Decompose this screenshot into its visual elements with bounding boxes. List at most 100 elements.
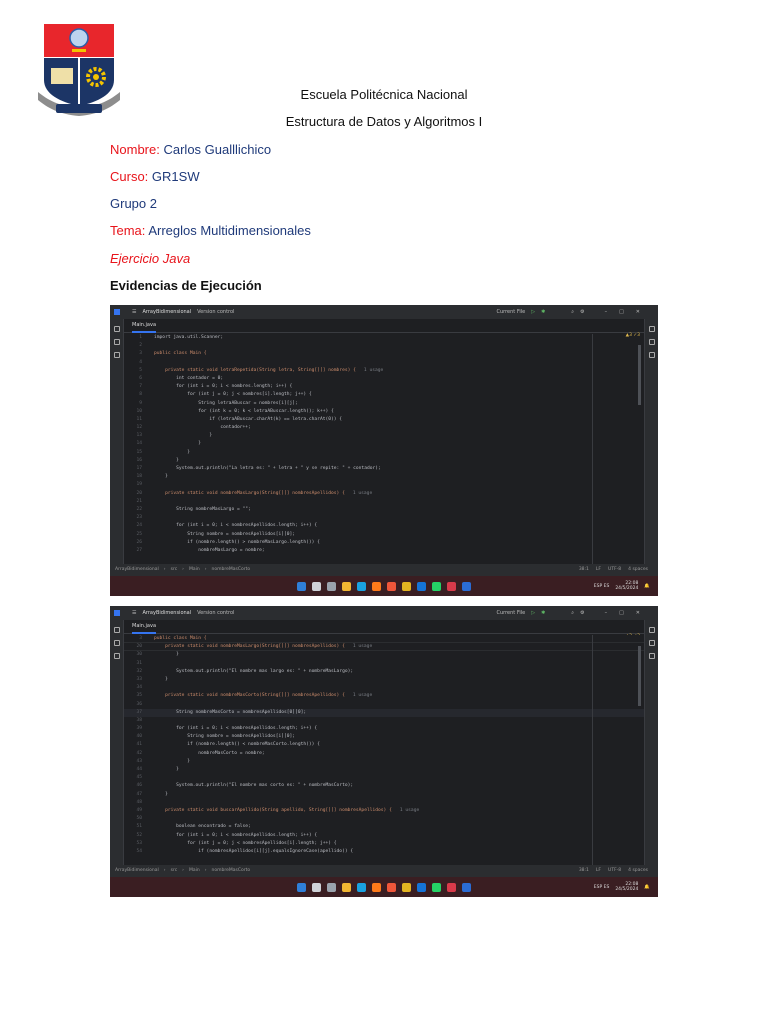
- line-number: 39: [136, 726, 142, 732]
- line-number: 4: [139, 359, 142, 365]
- line-number: 2: [139, 343, 142, 349]
- code-text: }: [154, 474, 168, 480]
- line-number: 54: [136, 848, 142, 854]
- line-number: 10: [136, 408, 142, 414]
- code-text: for (int i = 0; i < nombresApellidos.len…: [154, 832, 318, 838]
- code-text: nombreMasLargo = nombre;: [154, 547, 265, 553]
- breadcrumb-item[interactable]: nombreMasCorto: [212, 865, 251, 877]
- settings-icon: ⚙: [580, 610, 585, 616]
- search-icon: ⌕: [571, 610, 575, 616]
- status-item[interactable]: UTF-8: [608, 865, 621, 877]
- status-item[interactable]: LF: [596, 865, 601, 877]
- taskbar-app-icon[interactable]: [432, 581, 441, 591]
- taskbar-app-icon[interactable]: [372, 882, 381, 892]
- breadcrumb-item[interactable]: ArrayBidimensional: [115, 865, 159, 877]
- student-name: Nombre: Carlos Gualllichico: [110, 142, 271, 157]
- code-text: public class Main {: [154, 351, 207, 357]
- status-item[interactable]: 38:1: [579, 865, 589, 877]
- taskbar-app-icon[interactable]: [312, 581, 321, 591]
- code-line: 10 for (int k = 0; k < letraABuscar.leng…: [124, 408, 644, 416]
- code-line: 13 }: [124, 432, 644, 440]
- code-line: 53 for (int j = 0; j < nombresApellidos[…: [124, 840, 644, 848]
- taskbar-app-icon[interactable]: [327, 882, 336, 892]
- code-text: }: [154, 433, 213, 439]
- taskbar-app-icon[interactable]: [462, 882, 471, 892]
- code-line: 40 String nombre = nombresApellidos[i][0…: [124, 733, 644, 741]
- breadcrumb-item[interactable]: ArrayBidimensional: [115, 564, 159, 576]
- breadcrumb-item[interactable]: Main: [189, 564, 200, 576]
- taskbar-app-icon[interactable]: [462, 581, 471, 591]
- language-indicator: ESP ES: [593, 583, 610, 589]
- taskbar-app-icon[interactable]: [417, 581, 426, 591]
- taskbar-app-icon[interactable]: [417, 882, 426, 892]
- line-number: 27: [136, 547, 142, 553]
- line-number: 31: [136, 660, 142, 666]
- taskbar-app-icon[interactable]: [327, 581, 336, 591]
- right-tool-strip: [644, 319, 658, 564]
- taskbar-app-icon[interactable]: [297, 882, 306, 892]
- taskbar-app-icon[interactable]: [357, 581, 366, 591]
- search-icon: ⌕: [571, 309, 575, 315]
- code-text: if (letraABuscar.charAt(k) == letra.char…: [154, 416, 343, 422]
- taskbar-app-icon[interactable]: [447, 882, 456, 892]
- taskbar-app-icon[interactable]: [312, 882, 321, 892]
- taskbar-app-icon[interactable]: [447, 581, 456, 591]
- line-number: 17: [136, 466, 142, 471]
- settings-icon: ⚙: [580, 309, 585, 315]
- code-line: 46 System.out.println("El nombre mas cor…: [124, 782, 644, 790]
- notification-bell-icon[interactable]: 🔔: [644, 584, 650, 589]
- line-number: 44: [136, 767, 142, 772]
- code-text: if (nombresApellidos[i][j].equalsIgnoreC…: [154, 848, 354, 854]
- line-number: 32: [136, 668, 142, 674]
- line-number: 36: [136, 701, 142, 707]
- taskbar-app-icon[interactable]: [402, 882, 411, 892]
- code-line: 21: [124, 498, 644, 506]
- status-item[interactable]: LF: [596, 564, 601, 576]
- line-number: 12: [136, 425, 142, 431]
- code-line: 8 for (int j = 0; j < nombres[i].length;…: [124, 391, 644, 399]
- taskbar-app-icon[interactable]: [402, 581, 411, 591]
- code-line: 45: [124, 774, 644, 782]
- taskbar-app-icon[interactable]: [297, 581, 306, 591]
- taskbar-app-icon[interactable]: [342, 581, 351, 591]
- taskbar-app-icon[interactable]: [357, 882, 366, 892]
- run-icon: ▷: [531, 610, 536, 616]
- line-number: 1: [139, 335, 142, 340]
- line-number: 33: [136, 676, 142, 682]
- ide-screenshot: ☰ ArrayBidimensional Version control Cur…: [110, 606, 658, 897]
- taskbar-app-icon[interactable]: [432, 882, 441, 892]
- project-name: ArrayBidimensional: [142, 309, 192, 315]
- taskbar-app-icon[interactable]: [387, 882, 396, 892]
- taskbar-app-icon[interactable]: [387, 581, 396, 591]
- code-line: 39 for (int i = 0; i < nombresApellidos.…: [124, 725, 644, 733]
- code-line: 34: [124, 684, 644, 692]
- line-number: 48: [136, 799, 142, 805]
- code-line: 3 public class Main {: [124, 350, 644, 358]
- line-number: 46: [136, 783, 142, 789]
- run-icon: ▷: [531, 309, 536, 315]
- status-item[interactable]: 4 spaces: [628, 564, 648, 576]
- code-text: for (int j = 0; j < nombres[i].length; j…: [154, 392, 312, 398]
- language-indicator: ESP ES: [593, 884, 610, 890]
- ide-title-bar: ☰ ArrayBidimensional Version control Cur…: [110, 305, 658, 319]
- notification-bell-icon[interactable]: 🔔: [644, 885, 650, 890]
- status-item[interactable]: 38:1: [579, 564, 589, 576]
- status-item[interactable]: UTF-8: [608, 564, 621, 576]
- scrollbar[interactable]: [638, 345, 641, 405]
- status-item[interactable]: 4 spaces: [628, 865, 648, 877]
- taskbar-app-icon[interactable]: [372, 581, 381, 591]
- breadcrumb-item[interactable]: src: [171, 564, 178, 576]
- code-line: 15 }: [124, 449, 644, 457]
- code-line: 38: [124, 717, 644, 725]
- line-number: 35: [136, 693, 142, 699]
- breadcrumb-item[interactable]: nombreMasCorto: [212, 564, 251, 576]
- version-control: Version control: [197, 309, 235, 315]
- scrollbar[interactable]: [638, 646, 641, 706]
- breadcrumb-item[interactable]: Main: [189, 865, 200, 877]
- taskbar-app-icon[interactable]: [342, 882, 351, 892]
- breadcrumb-item[interactable]: src: [171, 865, 178, 877]
- line-number: 25: [136, 531, 142, 537]
- editor-tabs: Main.java ▲3 ✓3: [124, 620, 644, 639]
- windows-taskbar: [110, 576, 658, 596]
- line-number: 41: [136, 742, 142, 748]
